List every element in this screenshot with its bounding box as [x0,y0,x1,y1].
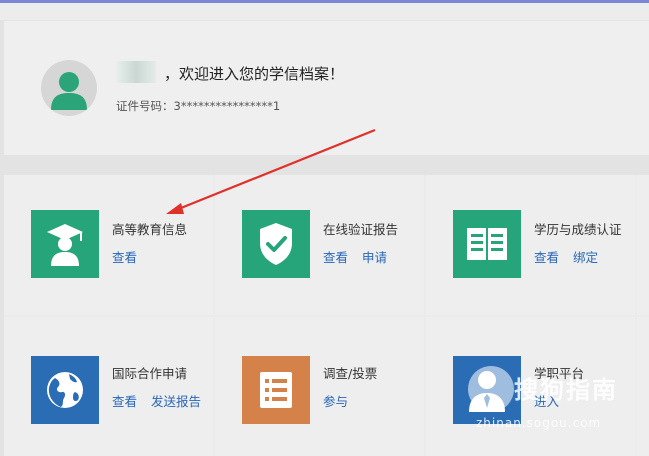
service-card-partial [637,317,649,456]
person-tie-icon [469,371,505,412]
service-title: 学职平台 [534,366,585,381]
service-title: 调查/投票 [323,366,378,381]
service-card-verification: 在线验证报告 查看 申请 [215,175,424,315]
service-tile[interactable] [31,210,99,278]
service-title: 学历与成绩认证 [534,222,622,237]
globe-icon [47,372,83,408]
service-card-career: 学职平台 进入 [426,317,635,456]
service-card-certification: 学历与成绩认证 查看 绑定 [426,175,635,315]
service-links: 查看 发送报告 [112,391,215,410]
service-links: 参与 [323,391,362,410]
avatar [41,60,97,116]
view-link[interactable]: 查看 [112,250,137,265]
bind-link[interactable]: 绑定 [573,250,598,265]
service-links: 进入 [534,391,573,410]
enter-link[interactable]: 进入 [534,394,559,409]
welcome-text: ，欢迎进入您的学信档案！ [164,65,345,83]
service-card-education: 高等教育信息 查看 [4,175,213,315]
apply-link[interactable]: 申请 [362,250,387,265]
view-link[interactable]: 查看 [323,250,348,265]
blurred-user-name [116,61,156,83]
service-title: 高等教育信息 [112,222,188,237]
open-book-icon [467,228,507,260]
service-tile[interactable] [242,356,310,424]
service-links: 查看 [112,247,151,266]
send-report-link[interactable]: 发送报告 [151,394,201,409]
participate-link[interactable]: 参与 [323,394,348,409]
service-card-partial [637,175,649,315]
id-number-text: 证件号码：3****************1 [116,99,281,113]
service-title: 国际合作申请 [112,366,188,381]
graduate-icon [47,224,83,266]
view-link[interactable]: 查看 [534,250,559,265]
view-link[interactable]: 查看 [112,394,137,409]
service-tile[interactable] [242,210,310,278]
services-grid: 高等教育信息 查看 在线验证报告 查看 申请 学历与成绩认证 查看 绑定 国际合… [4,175,649,456]
service-links: 查看 申请 [323,247,401,266]
service-links: 查看 绑定 [534,247,612,266]
profile-card: ，欢迎进入您的学信档案！ 证件号码：3****************1 [4,21,649,155]
service-card-survey: 调查/投票 参与 [215,317,424,456]
service-tile[interactable] [453,356,521,424]
service-title: 在线验证报告 [323,222,399,237]
service-tile[interactable] [31,356,99,424]
top-strip [0,3,649,20]
service-tile[interactable] [453,210,521,278]
user-avatar-icon [51,72,87,110]
service-card-international: 国际合作申请 查看 发送报告 [4,317,213,456]
list-icon [260,372,292,408]
shield-check-icon [260,223,292,265]
